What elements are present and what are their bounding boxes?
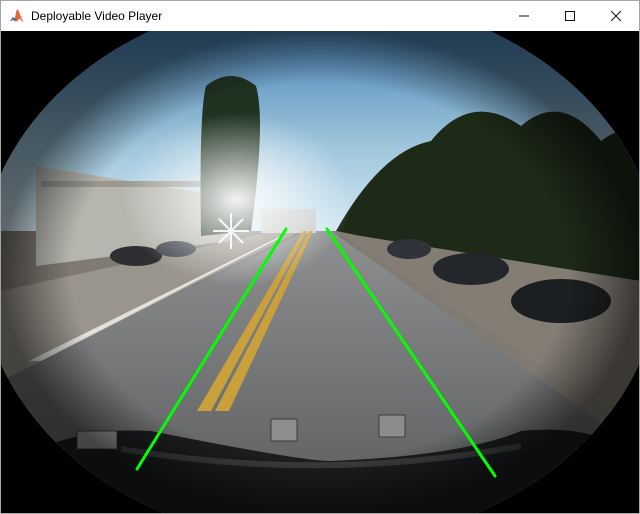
maximize-button[interactable] (547, 1, 593, 31)
app-window: Deployable Video Player (0, 0, 640, 514)
matlab-icon (9, 8, 25, 24)
minimize-button[interactable] (501, 1, 547, 31)
video-viewport (1, 31, 639, 513)
window-controls (501, 1, 639, 31)
close-button[interactable] (593, 1, 639, 31)
titlebar[interactable]: Deployable Video Player (1, 1, 639, 31)
window-title: Deployable Video Player (31, 9, 501, 23)
video-frame (1, 31, 639, 513)
